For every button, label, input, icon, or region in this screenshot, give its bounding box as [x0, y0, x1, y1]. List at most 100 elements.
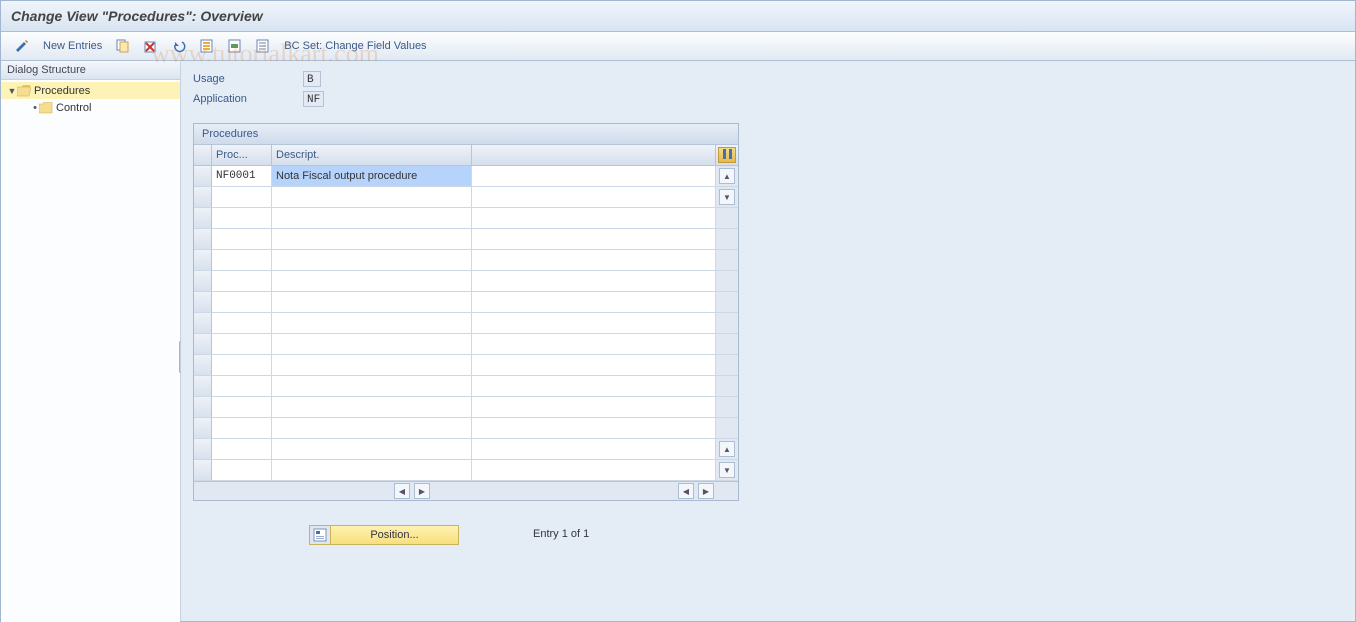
- application-label: Application: [193, 93, 303, 105]
- toggle-change-icon[interactable]: [11, 36, 33, 56]
- cell-empty: [472, 166, 716, 187]
- select-block-icon[interactable]: [224, 36, 246, 56]
- row-selector[interactable]: [194, 313, 212, 334]
- hscroll-left-icon[interactable]: ◀: [394, 483, 410, 499]
- table-configure-icon[interactable]: [718, 147, 736, 163]
- entry-counter: Entry 1 of 1: [533, 528, 589, 540]
- footer-area: Position... Entry 1 of 1: [193, 519, 1343, 551]
- bcset-button[interactable]: BC Set: Change Field Values: [280, 32, 430, 60]
- cell-empty: [472, 439, 716, 460]
- cell-empty: [472, 292, 716, 313]
- row-selector[interactable]: [194, 166, 212, 187]
- app-window: Change View "Procedures": Overview New E…: [0, 0, 1356, 622]
- row-selector[interactable]: [194, 376, 212, 397]
- vscroll-cell: [716, 355, 738, 376]
- hscroll-right-icon[interactable]: ▶: [698, 483, 714, 499]
- tree-item-control[interactable]: • Control: [1, 99, 180, 116]
- select-all-icon[interactable]: [196, 36, 218, 56]
- vscroll-cell: [716, 250, 738, 271]
- vscroll-cell[interactable]: ▼: [716, 187, 738, 208]
- cell-proc[interactable]: [212, 460, 272, 481]
- column-header-blank: [472, 145, 716, 166]
- vscroll-cell: [716, 292, 738, 313]
- row-selector[interactable]: [194, 334, 212, 355]
- delete-icon[interactable]: [140, 36, 162, 56]
- position-button[interactable]: Position...: [309, 525, 459, 545]
- cell-descript[interactable]: [272, 376, 472, 397]
- select-all-rows-header[interactable]: [194, 145, 212, 166]
- page-title: Change View "Procedures": Overview: [1, 1, 1355, 32]
- cell-proc[interactable]: NF0001: [212, 166, 272, 187]
- toolbar: New Entries BC Set: Change Field Values: [1, 32, 1355, 61]
- column-header-descript[interactable]: Descript.: [272, 145, 472, 166]
- hscroll-right-inner-icon[interactable]: ▶: [414, 483, 430, 499]
- cell-empty: [472, 187, 716, 208]
- row-selector[interactable]: [194, 229, 212, 250]
- cell-proc[interactable]: [212, 292, 272, 313]
- cell-proc[interactable]: [212, 397, 272, 418]
- sidebar-header: Dialog Structure: [1, 61, 180, 80]
- new-entries-button[interactable]: New Entries: [39, 32, 106, 60]
- cell-empty: [472, 334, 716, 355]
- vscroll-cell: [716, 313, 738, 334]
- cell-descript[interactable]: [272, 229, 472, 250]
- cell-empty: [472, 418, 716, 439]
- vscroll-cell[interactable]: ▲: [716, 439, 738, 460]
- cell-empty: [472, 229, 716, 250]
- cell-proc[interactable]: [212, 355, 272, 376]
- cell-proc[interactable]: [212, 376, 272, 397]
- cell-descript[interactable]: [272, 292, 472, 313]
- vscroll-up-icon[interactable]: ▲: [719, 168, 735, 184]
- cell-proc[interactable]: [212, 271, 272, 292]
- cell-proc[interactable]: [212, 439, 272, 460]
- tree-item-procedures[interactable]: ▼ Procedures: [1, 82, 180, 99]
- application-value: NF: [303, 91, 324, 107]
- usage-label: Usage: [193, 73, 303, 85]
- copy-as-icon[interactable]: [112, 36, 134, 56]
- vscroll-down-icon[interactable]: ▼: [719, 189, 735, 205]
- row-selector[interactable]: [194, 397, 212, 418]
- cell-descript[interactable]: [272, 397, 472, 418]
- vscroll-up2-icon[interactable]: ▲: [719, 441, 735, 457]
- cell-proc[interactable]: [212, 208, 272, 229]
- cell-proc[interactable]: [212, 187, 272, 208]
- content-area: Usage B Application NF Procedures Proc..…: [181, 61, 1355, 621]
- cell-descript[interactable]: [272, 418, 472, 439]
- row-selector[interactable]: [194, 208, 212, 229]
- row-selector[interactable]: [194, 250, 212, 271]
- row-selector[interactable]: [194, 460, 212, 481]
- bullet-icon: •: [31, 102, 39, 114]
- row-selector[interactable]: [194, 418, 212, 439]
- row-selector[interactable]: [194, 439, 212, 460]
- cell-descript[interactable]: [272, 208, 472, 229]
- cell-descript[interactable]: [272, 187, 472, 208]
- cell-proc[interactable]: [212, 229, 272, 250]
- vscroll-cell[interactable]: ▼: [716, 460, 738, 481]
- undo-change-icon[interactable]: [168, 36, 190, 56]
- tree-label: Procedures: [31, 85, 90, 97]
- vscroll-down2-icon[interactable]: ▼: [719, 462, 735, 478]
- cell-descript[interactable]: Nota Fiscal output procedure: [272, 166, 472, 187]
- row-selector[interactable]: [194, 355, 212, 376]
- cell-descript[interactable]: [272, 271, 472, 292]
- cell-descript[interactable]: [272, 355, 472, 376]
- row-selector[interactable]: [194, 271, 212, 292]
- row-selector[interactable]: [194, 187, 212, 208]
- cell-proc[interactable]: [212, 250, 272, 271]
- hscroll-track: ◀ ▶ ◀ ▶: [194, 481, 738, 500]
- cell-descript[interactable]: [272, 250, 472, 271]
- hscroll-left2-icon[interactable]: ◀: [678, 483, 694, 499]
- cell-descript[interactable]: [272, 460, 472, 481]
- vscroll-cell[interactable]: ▲: [716, 166, 738, 187]
- cell-proc[interactable]: [212, 334, 272, 355]
- expander-icon[interactable]: ▼: [7, 86, 17, 96]
- cell-descript[interactable]: [272, 334, 472, 355]
- cell-proc[interactable]: [212, 313, 272, 334]
- row-selector[interactable]: [194, 292, 212, 313]
- cell-descript[interactable]: [272, 439, 472, 460]
- cell-proc[interactable]: [212, 418, 272, 439]
- column-header-proc[interactable]: Proc...: [212, 145, 272, 166]
- deselect-all-icon[interactable]: [252, 36, 274, 56]
- cell-descript[interactable]: [272, 313, 472, 334]
- position-button-label: Position...: [331, 529, 458, 541]
